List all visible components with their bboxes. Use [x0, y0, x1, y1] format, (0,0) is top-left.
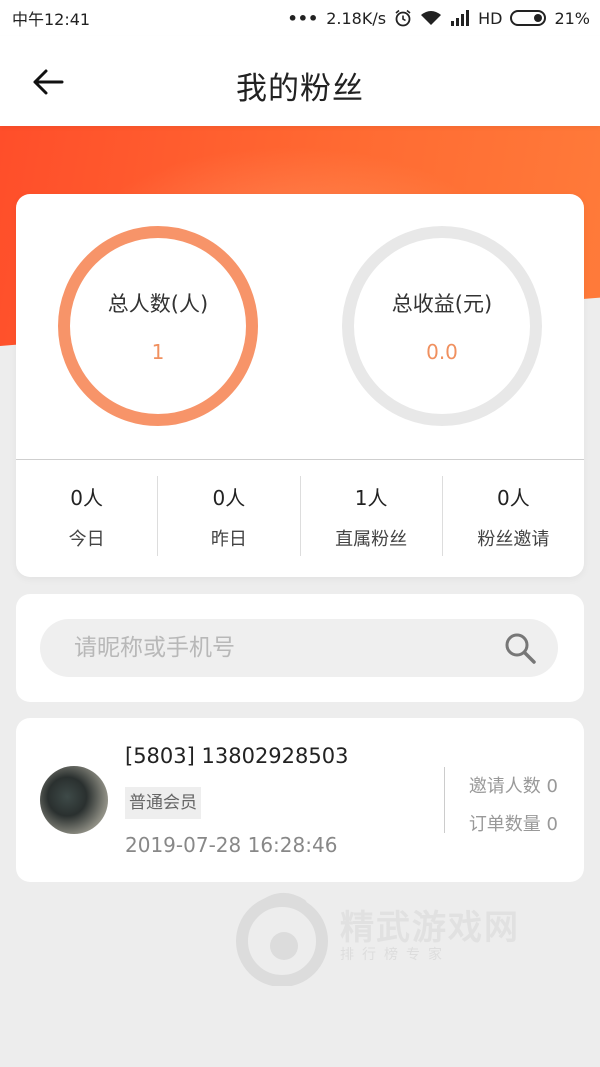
member-invite-count: 邀请人数 0	[468, 776, 558, 797]
watermark: 精武游戏网 排行榜专家	[232, 880, 592, 990]
total-income-ring: 总收益(元) 0.0	[342, 226, 542, 426]
stats-row: 0人 今日 0人 昨日 1人 直属粉丝 0人 粉丝邀请	[16, 476, 584, 556]
stats-card: 总人数(人) 1 总收益(元) 0.0 0人 今日 0人 昨日 1人 直属粉丝 …	[16, 194, 584, 577]
network-type: HD	[478, 8, 503, 28]
network-speed: 2.18K/s	[326, 8, 387, 28]
member-join-time: 2019-07-28 16:28:46	[125, 833, 338, 857]
stat-label: 昨日	[210, 528, 247, 550]
stat-value: 0人	[70, 485, 103, 510]
member-level-badge: 普通会员	[125, 787, 201, 819]
stat-label: 粉丝邀请	[477, 528, 550, 550]
member-card[interactable]: [5803] 13802928503 普通会员 2019-07-28 16:28…	[16, 718, 584, 882]
status-bar: 中午12:41 ••• 2.18K/s HD 21%	[0, 0, 600, 36]
alarm-icon	[394, 9, 412, 27]
stat-direct-fans[interactable]: 1人 直属粉丝	[301, 476, 443, 556]
status-time: 中午12:41	[12, 10, 91, 29]
stat-today[interactable]: 0人 今日	[16, 476, 159, 556]
signal-icon	[450, 10, 470, 26]
watermark-text: 精武游戏网	[340, 908, 520, 948]
stat-value: 0人	[212, 485, 246, 510]
divider	[444, 767, 445, 833]
divider	[16, 459, 584, 460]
header: 我的粉丝	[0, 36, 600, 126]
avatar	[40, 766, 108, 834]
stat-value: 0人	[497, 485, 530, 510]
watermark-logo-icon	[236, 893, 328, 986]
status-icons: ••• 2.18K/s HD 21%	[288, 9, 590, 28]
watermark-subtext: 排行榜专家	[340, 947, 450, 963]
more-dots-icon: •••	[287, 8, 319, 28]
stat-fan-invites[interactable]: 0人 粉丝邀请	[443, 476, 584, 556]
total-income-value: 0.0	[426, 340, 458, 364]
search-icon[interactable]	[502, 630, 538, 666]
search-card	[16, 594, 584, 702]
stat-label: 直属粉丝	[335, 528, 408, 550]
total-people-value: 1	[151, 340, 165, 364]
member-order-count: 订单数量 0	[468, 814, 558, 835]
stat-label: 今日	[68, 528, 105, 550]
stat-yesterday[interactable]: 0人 昨日	[158, 476, 301, 556]
battery-icon	[510, 10, 547, 26]
stat-value: 1人	[354, 485, 388, 510]
total-income-label: 总收益(元)	[391, 292, 493, 316]
search-box	[40, 619, 558, 677]
total-people-ring: 总人数(人) 1	[58, 226, 258, 426]
member-name: [5803] 13802928503	[125, 744, 349, 768]
total-people-label: 总人数(人)	[107, 292, 209, 316]
battery-level: 21%	[554, 8, 590, 28]
wifi-icon	[420, 10, 442, 26]
search-input[interactable]	[74, 635, 502, 661]
page-title: 我的粉丝	[236, 71, 364, 107]
